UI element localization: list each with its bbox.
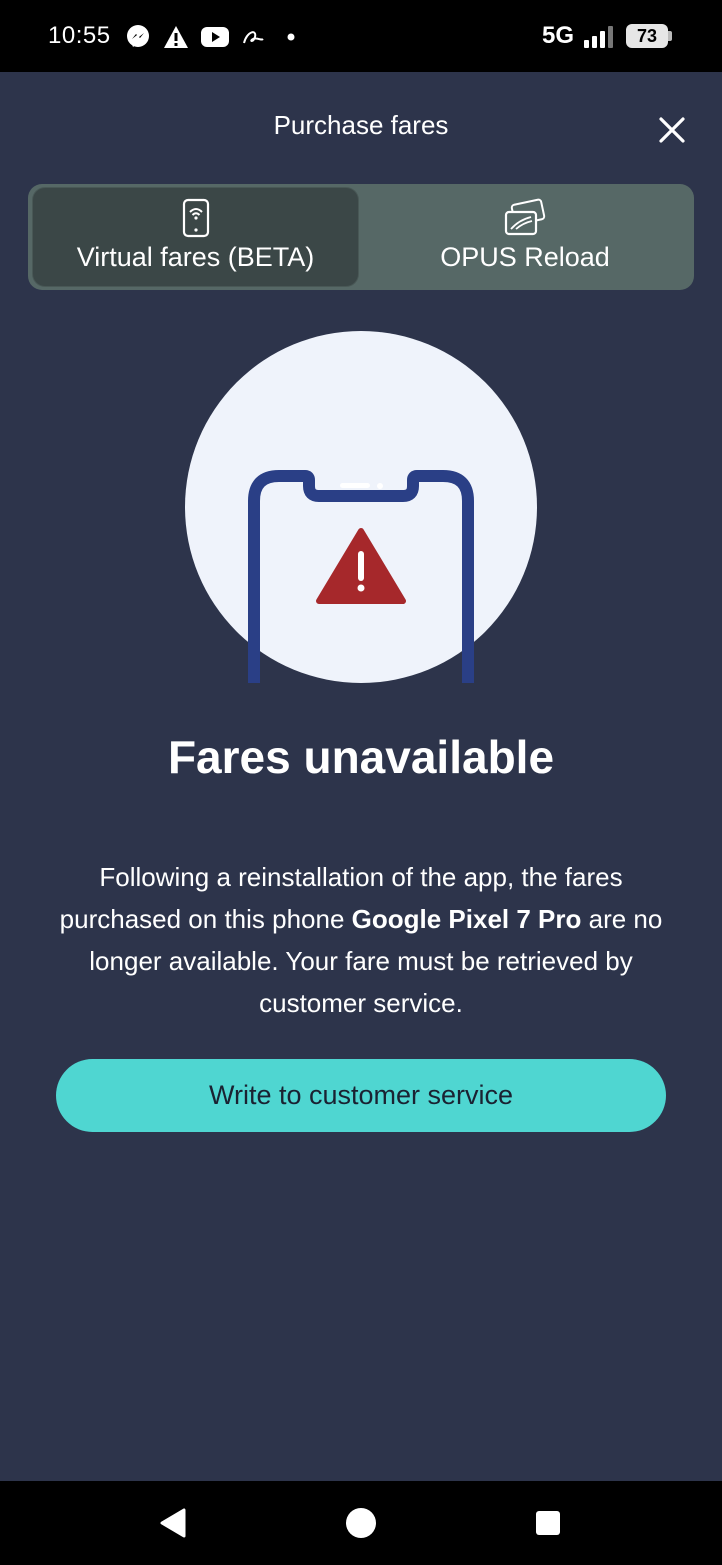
tab-virtual-fares[interactable]: Virtual fares (BETA) [33, 188, 358, 286]
recents-button[interactable] [528, 1503, 568, 1543]
dot-icon [284, 24, 298, 50]
phone-warning-icon [185, 331, 537, 683]
messenger-icon [124, 24, 152, 50]
signal-icon [582, 26, 616, 48]
phone-wifi-icon [174, 198, 218, 238]
home-icon [346, 1508, 376, 1538]
home-button[interactable] [341, 1503, 381, 1543]
back-icon [160, 1508, 186, 1538]
card-icon [503, 198, 547, 238]
tab-label: OPUS Reload [440, 242, 610, 272]
device-name: Google Pixel 7 Pro [351, 904, 582, 934]
battery-level: 73 [636, 26, 658, 46]
recents-icon [536, 1511, 560, 1535]
purchase-fares-screen: Purchase fares Virtual fares (BETA) OPUS… [0, 72, 722, 1481]
warning-icon [162, 24, 190, 50]
navigation-bar [0, 1481, 722, 1565]
youtube-icon [200, 24, 230, 50]
battery-icon: 73 [626, 24, 672, 48]
fare-type-tabs: Virtual fares (BETA) OPUS Reload [28, 184, 694, 290]
tab-opus-reload[interactable]: OPUS Reload [360, 188, 690, 286]
write-to-customer-service-button[interactable]: Write to customer service [56, 1059, 666, 1132]
status-time: 10:55 [48, 22, 111, 49]
close-icon [659, 117, 685, 143]
tab-label: Virtual fares (BETA) [76, 242, 315, 272]
app-icon [240, 24, 266, 50]
unavailable-heading: Fares unavailable [167, 731, 555, 783]
back-button[interactable] [152, 1503, 192, 1543]
status-bar: 10:55 5G 73 [0, 0, 722, 72]
phone-warning-illustration [185, 331, 537, 683]
close-button[interactable] [652, 110, 692, 150]
unavailable-message: Following a reinstallation of the app, t… [40, 856, 682, 1024]
page-title: Purchase fares [273, 110, 449, 140]
network-type: 5G [542, 22, 575, 49]
